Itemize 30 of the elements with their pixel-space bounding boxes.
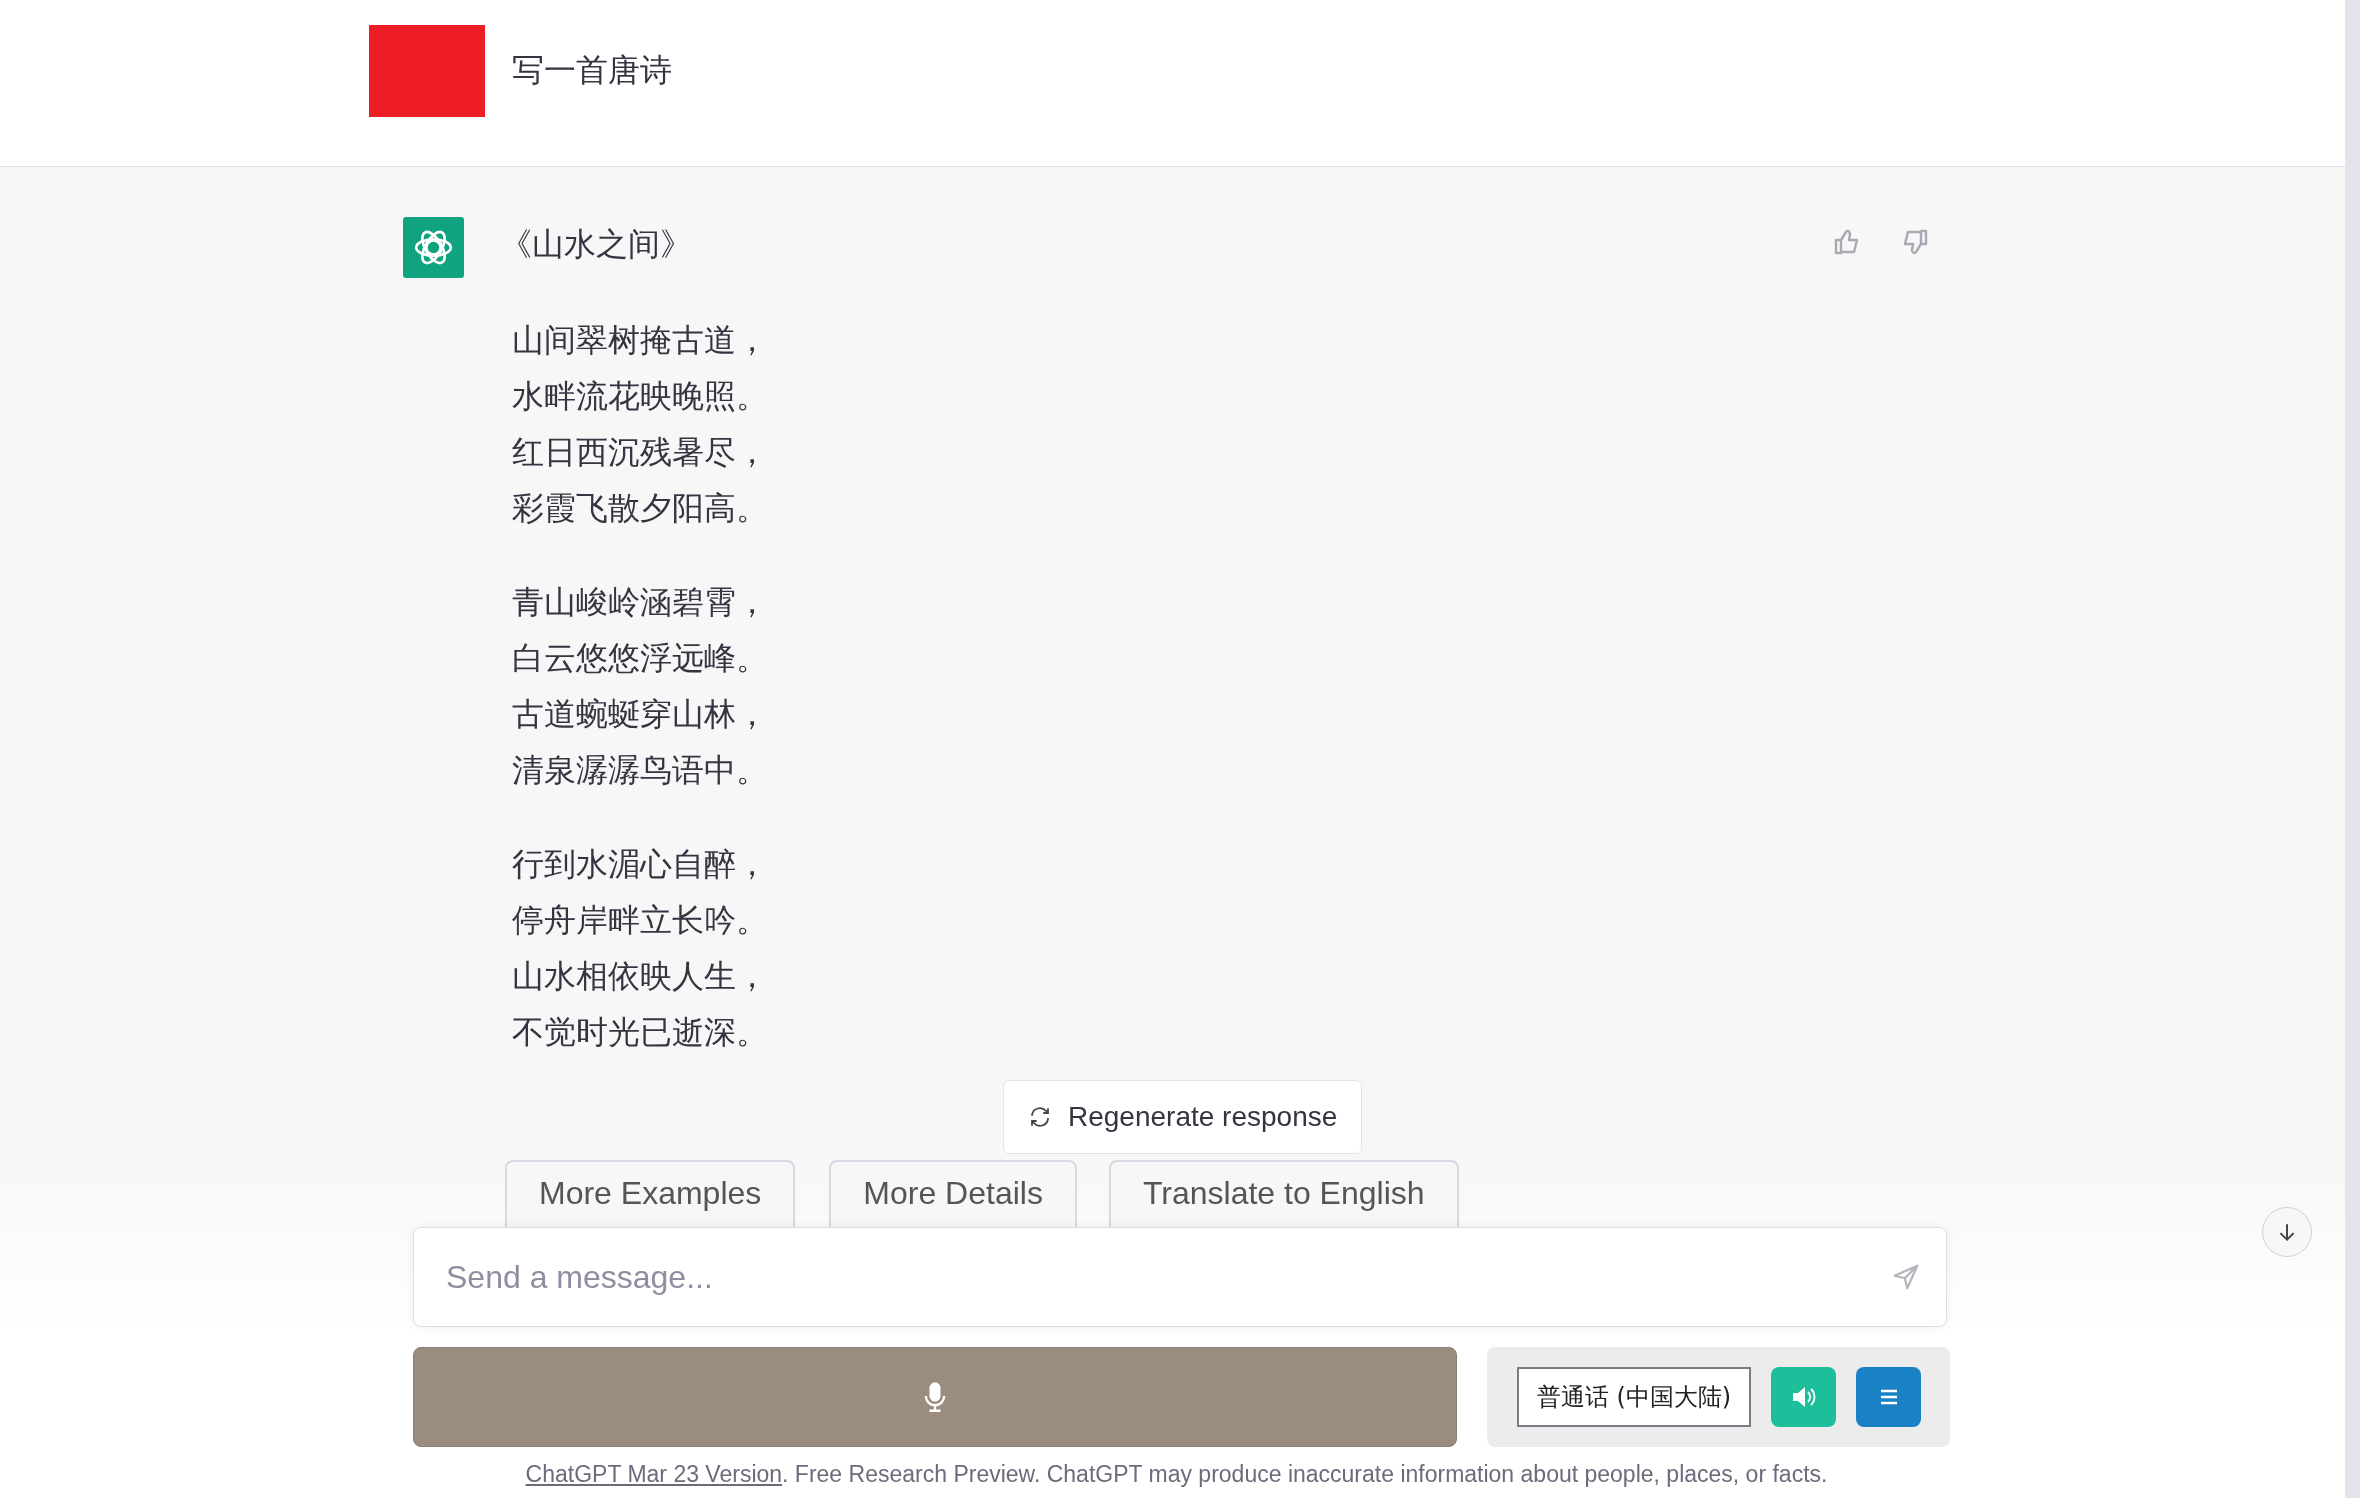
suggestion-button[interactable]: Translate to English: [1108, 1160, 1459, 1227]
poem-line: 水畔流花映晚照。: [512, 377, 769, 416]
speaker-button[interactable]: [1771, 1367, 1836, 1427]
poem-line: 古道蜿蜒穿山林，: [512, 695, 769, 734]
message-input[interactable]: Send a message...: [413, 1227, 1947, 1327]
suggestion-button[interactable]: More Details: [829, 1160, 1077, 1227]
poem-line: 停舟岸畔立长吟。: [512, 901, 769, 940]
poem-line: 彩霞飞散夕阳高。: [512, 489, 769, 528]
prompt-text: 写一首唐诗: [512, 51, 672, 90]
microphone-icon: [924, 1379, 946, 1415]
poem-line: 山间翠树掩古道，: [512, 321, 769, 360]
poem-title: 《山水之间》: [500, 225, 693, 264]
settings-button[interactable]: [1856, 1367, 1921, 1427]
poem-line: 不觉时光已逝深。: [512, 1013, 769, 1052]
poem-line: 红日西沉残暑尽，: [512, 433, 769, 472]
send-icon[interactable]: [1891, 1262, 1921, 1292]
refresh-icon: [1028, 1105, 1052, 1129]
footer-text: ChatGPT Mar 23 Version. Free Research Preview. ChatGPT may produce inaccurate information about people, places, or facts.: [524, 1461, 1829, 1488]
assistant-avatar-icon: [403, 217, 464, 278]
scrollbar[interactable]: [2345, 0, 2360, 1498]
poem-line: 白云悠悠浮远峰。: [512, 639, 769, 678]
poem-line: 行到水湄心自醉，: [512, 845, 769, 884]
version-link[interactable]: ChatGPT Mar 23 Version: [525, 1461, 783, 1487]
poem-line: 山水相依映人生，: [512, 957, 769, 996]
regenerate-button[interactable]: Regenerate response: [1003, 1080, 1363, 1154]
suggestion-button[interactable]: More Examples: [505, 1160, 796, 1227]
poem-line: 青山峻岭涵碧霄，: [512, 583, 769, 622]
language-select[interactable]: 普通话 (中国大陆): [1517, 1367, 1751, 1427]
poem-line: 清泉潺潺鸟语中。: [512, 751, 769, 790]
microphone-button[interactable]: [413, 1347, 1457, 1447]
